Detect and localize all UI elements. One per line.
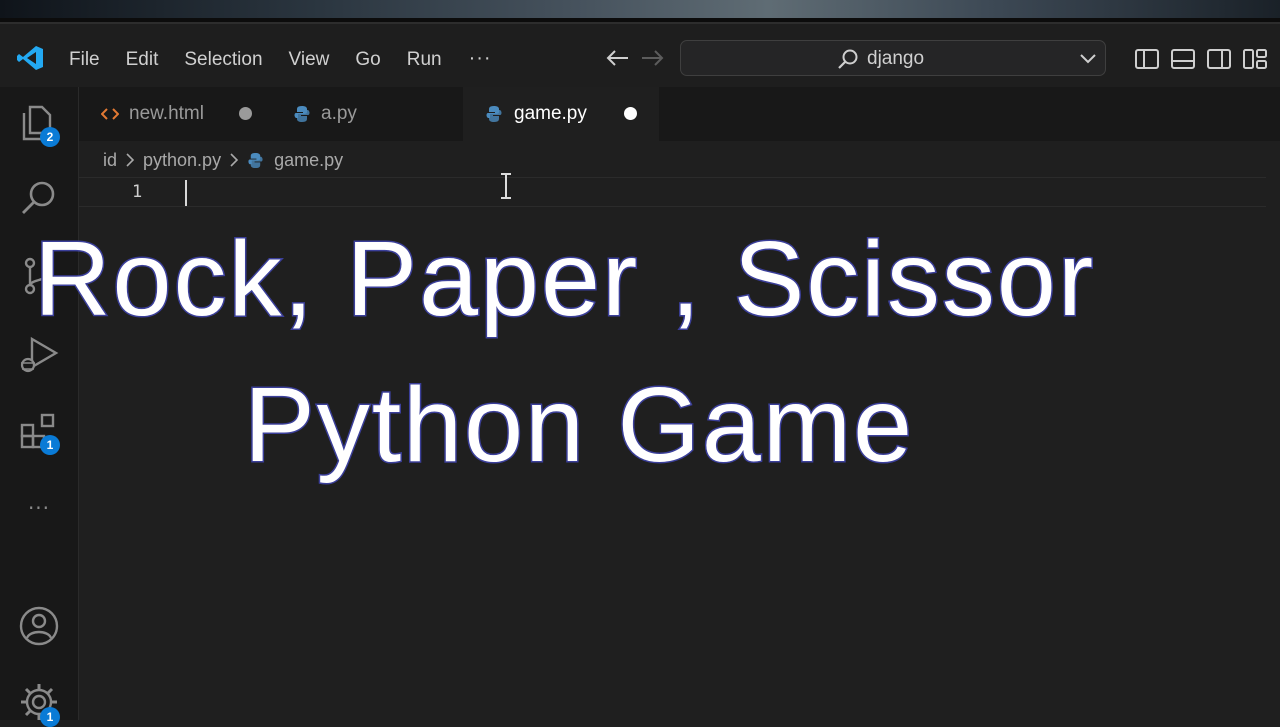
python-icon (294, 106, 310, 122)
unsaved-dot-icon[interactable] (239, 107, 252, 120)
forward-arrow-icon[interactable] (640, 48, 666, 68)
command-center-search[interactable]: django (680, 40, 1106, 76)
tab-game-py[interactable]: game.py (463, 87, 659, 141)
manage-badge: 1 (40, 707, 60, 727)
tab-label: game.py (514, 103, 587, 124)
tab-new-html[interactable]: new.html (79, 87, 267, 141)
search-icon (838, 49, 858, 69)
vscode-logo-icon (17, 46, 43, 70)
more-views-button[interactable]: ··· (18, 487, 60, 529)
breadcrumb: id python.py game.py (103, 148, 343, 172)
chevron-right-icon (230, 153, 239, 167)
toggle-primary-sidebar-icon[interactable] (1134, 48, 1160, 70)
search-view-icon[interactable] (18, 177, 60, 219)
tab-label: new.html (129, 103, 204, 124)
breadcrumb-item[interactable]: game.py (274, 150, 343, 171)
menu-bar: File Edit Selection View Go Run ··· (56, 44, 506, 76)
overlay-title-line-2: Python Game (242, 366, 915, 484)
editor-tabs: new.html a.py game.py (79, 87, 1280, 141)
activity-bar: 2 1 ··· 1 (0, 87, 79, 727)
breadcrumb-item[interactable]: id (103, 150, 117, 171)
background-photo-strip (0, 0, 1280, 22)
explorer-icon[interactable]: 2 (18, 101, 60, 147)
extensions-badge: 1 (40, 435, 60, 455)
explorer-badge: 2 (40, 127, 60, 147)
i-beam-cursor-icon (501, 173, 511, 199)
overlay-title-line-1: Rock, Paper , Scissor (32, 220, 1096, 338)
tab-a-py[interactable]: a.py (267, 87, 463, 141)
title-bar: File Edit Selection View Go Run ··· djan… (0, 22, 1280, 89)
chevron-right-icon (126, 153, 135, 167)
menu-view[interactable]: View (276, 44, 343, 76)
tab-label: a.py (321, 103, 357, 124)
line-number: 1 (132, 182, 143, 202)
extensions-icon[interactable]: 1 (18, 411, 60, 455)
text-cursor (185, 180, 187, 206)
menu-go[interactable]: Go (342, 44, 393, 76)
menu-selection[interactable]: Selection (171, 44, 275, 76)
menu-file[interactable]: File (56, 44, 113, 76)
accounts-icon[interactable] (18, 605, 60, 647)
python-icon (248, 152, 263, 168)
menu-edit[interactable]: Edit (113, 44, 172, 76)
menu-run[interactable]: Run (394, 44, 455, 76)
command-center-text: django (867, 48, 925, 69)
run-debug-icon[interactable] (18, 333, 60, 375)
toggle-panel-icon[interactable] (1170, 48, 1196, 70)
html-icon (101, 108, 119, 120)
unsaved-dot-icon[interactable] (624, 107, 637, 120)
menu-more-button[interactable]: ··· (455, 44, 506, 76)
toggle-secondary-sidebar-icon[interactable] (1206, 48, 1232, 70)
manage-gear-icon[interactable]: 1 (18, 681, 60, 727)
customize-layout-icon[interactable] (1242, 48, 1268, 70)
layout-controls (1134, 48, 1268, 70)
python-icon (486, 106, 502, 122)
breadcrumb-item[interactable]: python.py (143, 150, 221, 171)
chevron-down-icon[interactable] (1079, 50, 1097, 68)
back-arrow-icon[interactable] (604, 48, 630, 68)
current-line-highlight[interactable] (79, 177, 1266, 207)
